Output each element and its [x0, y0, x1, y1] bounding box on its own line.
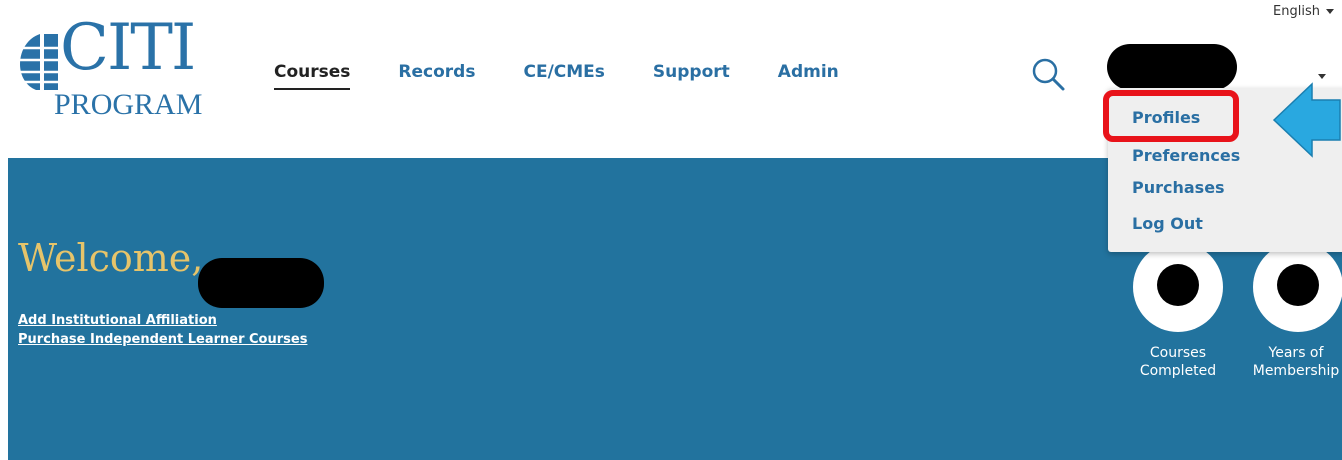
courses-completed-badge [1133, 242, 1223, 332]
welcome-name-redacted [198, 258, 324, 308]
welcome-heading: Welcome, [18, 236, 204, 280]
nav-ce-cmes[interactable]: CE/CMEs [523, 62, 604, 90]
nav-records[interactable]: Records [398, 62, 475, 90]
purchase-courses-link[interactable]: Purchase Independent Learner Courses [18, 332, 307, 347]
citi-logo[interactable]: CITI PROGRAM [14, 16, 214, 124]
annotation-arrow-icon [1272, 82, 1341, 158]
language-label: English [1273, 4, 1320, 19]
courses-completed-label: Courses Completed [1139, 345, 1217, 379]
nav-support[interactable]: Support [653, 62, 730, 90]
menu-item-preferences[interactable]: Preferences [1132, 146, 1240, 165]
main-nav: Courses Records CE/CMEs Support Admin [274, 62, 887, 90]
logo-title: CITI [60, 11, 196, 85]
search-icon[interactable] [1030, 56, 1066, 92]
profiles-highlight-box [1103, 90, 1239, 142]
chevron-down-icon[interactable] [1318, 74, 1326, 79]
years-membership-badge [1253, 242, 1342, 332]
nav-courses[interactable]: Courses [274, 62, 351, 90]
user-name-redacted[interactable] [1107, 44, 1237, 90]
years-membership-value-redacted [1277, 264, 1319, 306]
add-affiliation-link[interactable]: Add Institutional Affiliation [18, 313, 217, 328]
courses-completed-value-redacted [1157, 264, 1199, 306]
chevron-down-icon [1326, 9, 1334, 14]
language-selector[interactable]: English [1273, 4, 1334, 19]
globe-logo-icon [18, 32, 60, 92]
menu-item-log-out[interactable]: Log Out [1132, 214, 1203, 233]
menu-item-purchases[interactable]: Purchases [1132, 178, 1225, 197]
years-membership-label: Years of Membership [1252, 345, 1340, 379]
logo-subtitle: PROGRAM [54, 88, 203, 121]
nav-admin[interactable]: Admin [778, 62, 839, 90]
